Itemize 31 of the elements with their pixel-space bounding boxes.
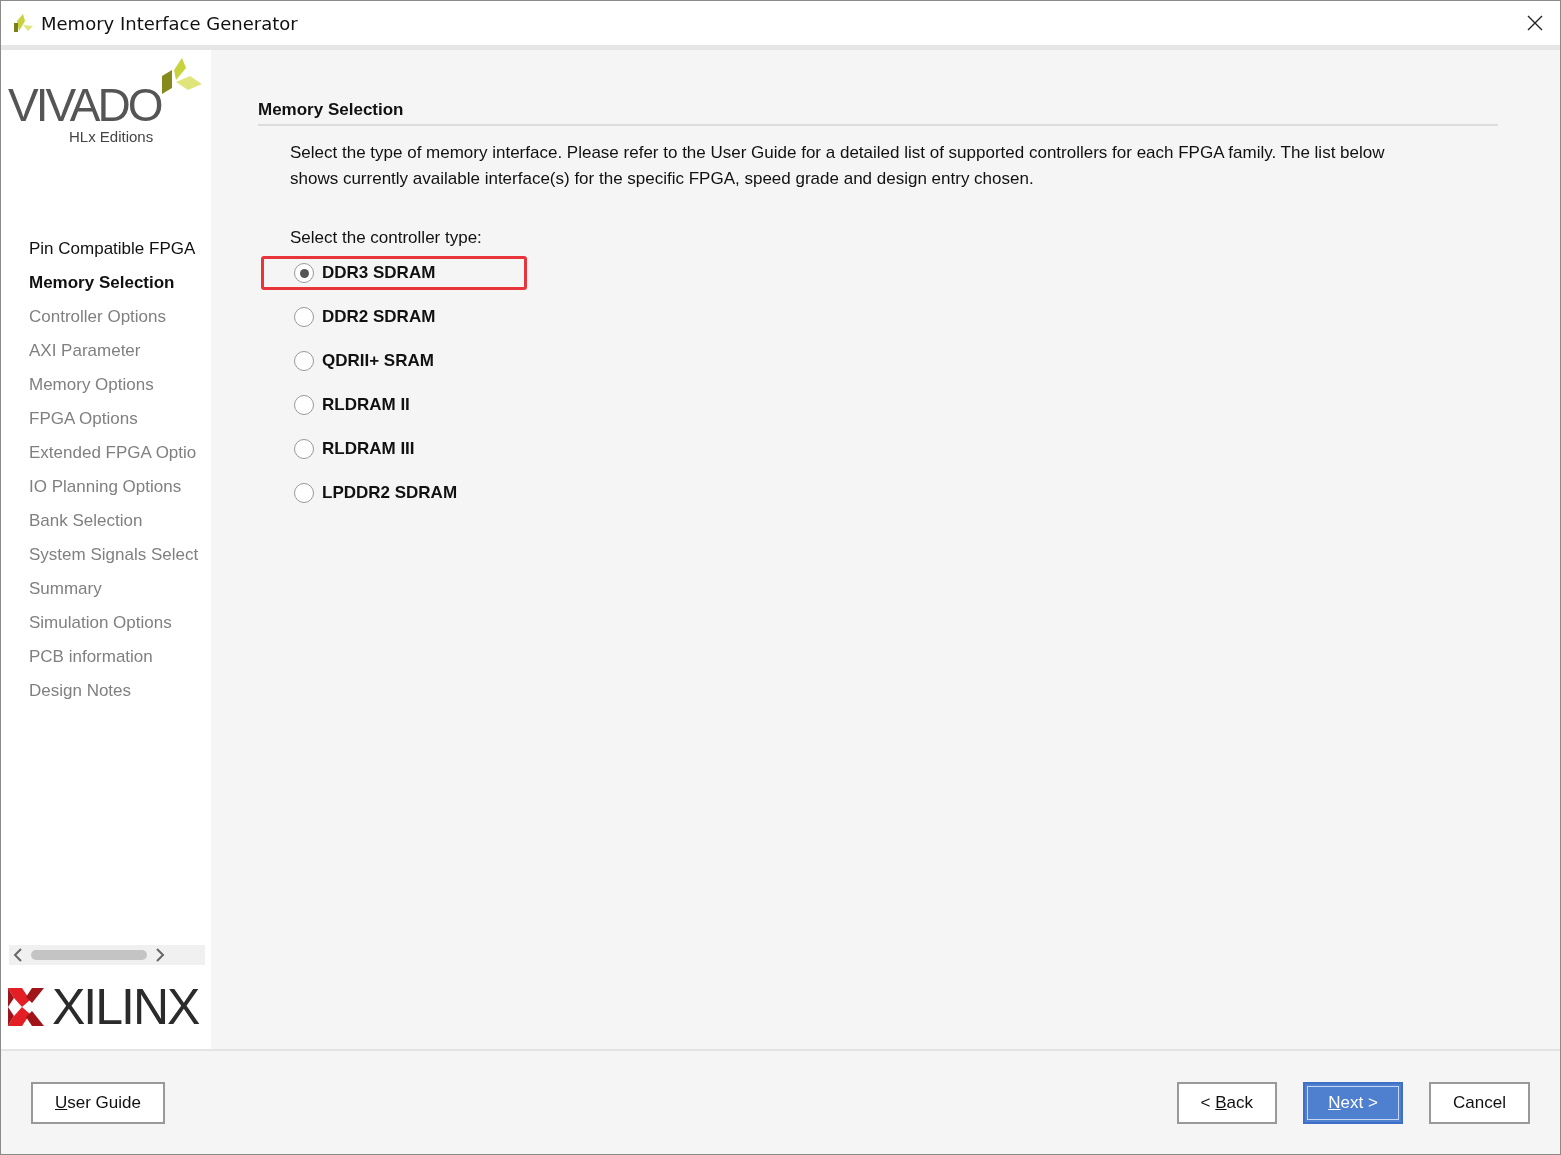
option-label[interactable]: DDR2 SDRAM bbox=[322, 307, 436, 327]
nav-button[interactable]: Next > bbox=[1303, 1081, 1404, 1124]
vivado-logo-text: VIVADO bbox=[8, 78, 161, 131]
scroll-right-icon[interactable] bbox=[155, 948, 165, 962]
window-title: Memory Interface Generator bbox=[41, 12, 299, 34]
radio-button[interactable] bbox=[294, 439, 314, 459]
wizard-step[interactable]: Pin Compatible FPGA bbox=[1, 232, 211, 266]
prompt-label: Select the controller type: bbox=[289, 227, 483, 248]
nav-button[interactable]: Cancel bbox=[1429, 1081, 1530, 1124]
close-icon[interactable] bbox=[1527, 15, 1543, 31]
edition-label: HLx Editions bbox=[69, 128, 154, 145]
nav-button[interactable]: < Back bbox=[1176, 1081, 1278, 1124]
description-text: Select the type of memory interface. Please refer to the User Guide for a detailed list of supported controllers for each FPGA family. The list below shows currently available interface(s) for the specific FPGA, speed grade and design entry chosen. bbox=[289, 142, 1386, 190]
leaf-logo-icon bbox=[162, 56, 203, 96]
option-label[interactable]: LPDDR2 SDRAM bbox=[322, 483, 458, 503]
section-title: Memory Selection bbox=[258, 100, 1498, 126]
xilinx-logo-icon bbox=[8, 988, 44, 1026]
option-label[interactable]: DDR3 SDRAM bbox=[322, 263, 436, 283]
radio-button[interactable] bbox=[294, 483, 314, 503]
horizontal-scrollbar[interactable] bbox=[9, 945, 205, 965]
option-label[interactable]: RLDRAM II bbox=[322, 395, 410, 415]
radio-button[interactable] bbox=[294, 395, 314, 415]
scroll-left-icon[interactable] bbox=[13, 948, 23, 962]
option-label[interactable]: QDRII+ SRAM bbox=[322, 351, 434, 371]
radio-button[interactable] bbox=[294, 263, 314, 283]
help-button[interactable]: User Guide bbox=[31, 1081, 165, 1124]
radio-button[interactable] bbox=[294, 351, 314, 371]
xilinx-logo-text: XILINX bbox=[52, 978, 199, 1036]
radio-button[interactable] bbox=[294, 307, 314, 327]
option-label[interactable]: RLDRAM III bbox=[322, 439, 415, 459]
wizard-step[interactable]: Memory Selection bbox=[1, 266, 211, 300]
